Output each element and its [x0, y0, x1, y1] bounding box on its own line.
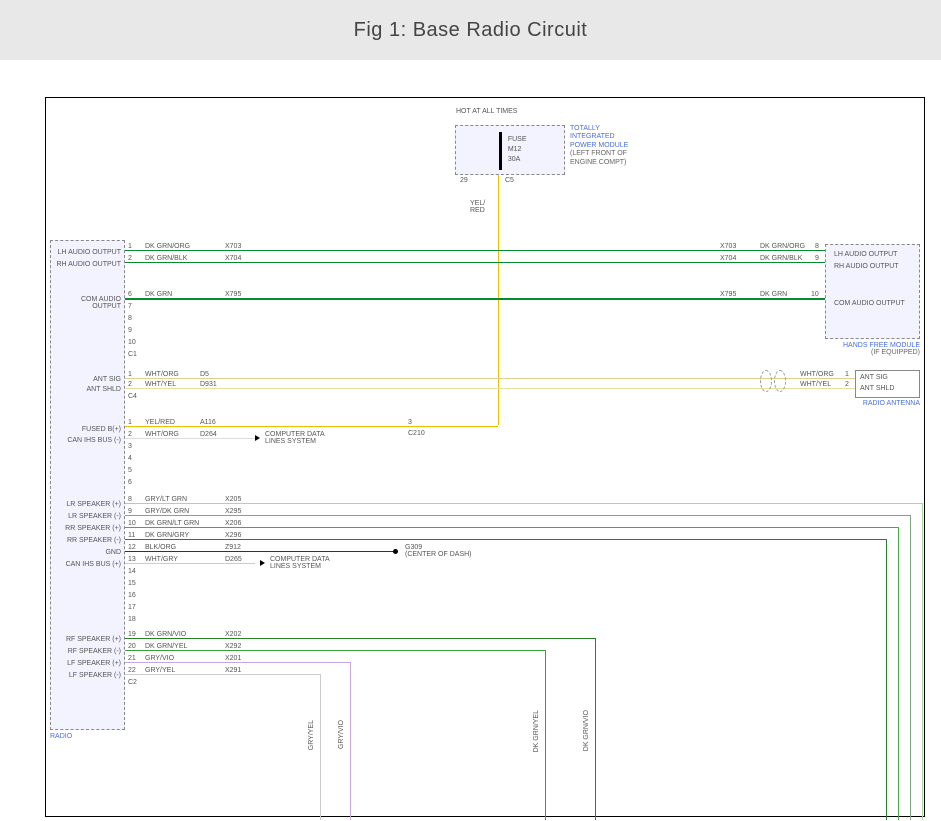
wire: [125, 638, 595, 639]
connector-icon: [760, 370, 790, 390]
wire-label: YEL/ RED: [470, 200, 500, 214]
pin: 29: [460, 177, 468, 184]
wire: [125, 674, 320, 675]
wire: [125, 539, 886, 540]
wire: [125, 515, 910, 516]
wire: [320, 674, 321, 820]
wire: [125, 438, 255, 439]
wire: [125, 563, 255, 564]
fuse-text: M12: [508, 146, 522, 153]
fuse-text: 30A: [508, 156, 520, 163]
wire: [595, 638, 596, 820]
antenna-box: ANT SIG ANT SHLD: [855, 370, 920, 398]
hfm-label: HANDS FREE MODULE(IF EQUIPPED): [825, 342, 920, 356]
wire: [125, 650, 545, 651]
ground-label: G309(CENTER OF DASH): [405, 544, 472, 558]
wire: [350, 662, 351, 820]
wire: [886, 539, 887, 820]
radio-label: RADIO: [50, 733, 72, 740]
pin: C5: [505, 177, 514, 184]
fuse-module-label: TOTALLYINTEGRATEDPOWER MODULE(LEFT FRONT…: [570, 125, 628, 167]
wire: [125, 378, 855, 379]
arrow-icon: [255, 435, 260, 441]
wire: [125, 503, 922, 504]
ground-dot-icon: [393, 549, 398, 554]
arrow-icon: [260, 560, 265, 566]
wire: [545, 650, 546, 820]
wire: [125, 250, 825, 251]
wire: [898, 527, 899, 820]
fuse-text: FUSE: [508, 136, 527, 143]
wire: [125, 262, 825, 263]
wire: [125, 388, 855, 389]
wire: [922, 503, 923, 820]
wire: [125, 662, 350, 663]
antenna-label: RADIO ANTENNA: [855, 400, 920, 407]
hfm-module: LH AUDIO OUTPUT RH AUDIO OUTPUT COM AUDI…: [825, 244, 920, 339]
wire: [125, 298, 825, 300]
radio-module: LH AUDIO OUTPUT RH AUDIO OUTPUT COM AUDI…: [50, 240, 125, 730]
hot-label: HOT AT ALL TIMES: [456, 108, 536, 115]
fuse-box: HOT AT ALL TIMES FUSE M12 30A: [455, 125, 565, 175]
page-title: Fig 1: Base Radio Circuit: [0, 0, 941, 60]
wire: [125, 551, 395, 552]
wire: [125, 426, 498, 427]
wire: [910, 515, 911, 820]
wire: [125, 527, 898, 528]
